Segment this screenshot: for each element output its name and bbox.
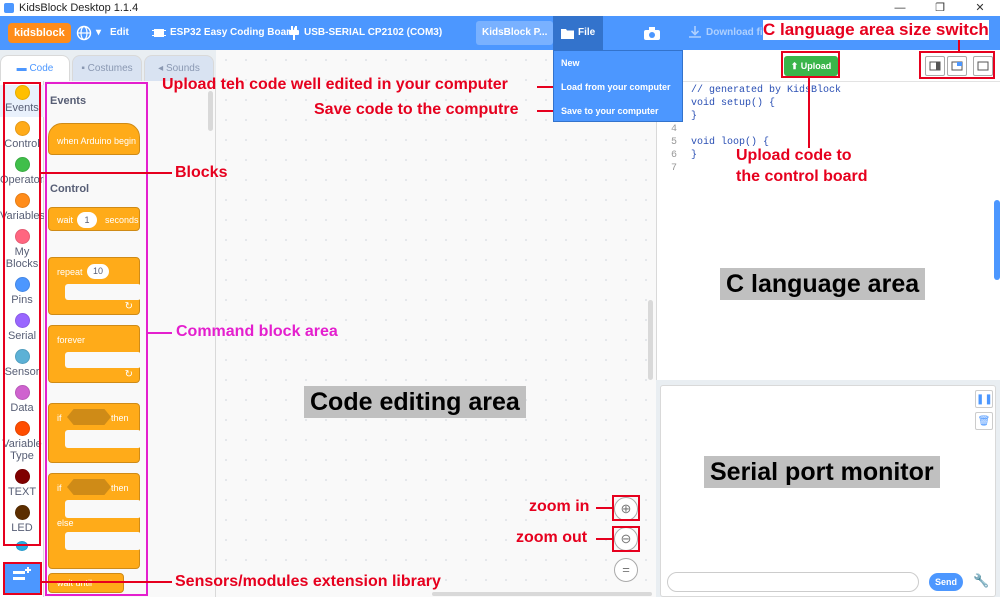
trash-icon[interactable]: 🗑	[975, 412, 993, 430]
annotation-line	[596, 538, 612, 540]
annotation-size-switch: C language area size switch	[763, 20, 989, 40]
annotation-line	[148, 332, 172, 334]
palette-scrollbar[interactable]	[208, 91, 213, 131]
pause-icon[interactable]: ❚❚	[975, 390, 993, 408]
zoom-reset-button[interactable]: =	[614, 558, 638, 582]
window-title: KidsBlock Desktop 1.1.4	[19, 2, 139, 14]
menu-item-load[interactable]: Load from your computer	[554, 75, 682, 99]
window-title-bar: KidsBlock Desktop 1.1.4 — ❐ ✕	[0, 0, 1000, 16]
sound-tab-icon: ◂	[158, 63, 166, 74]
c-code-panel: ⬆ Upload 1// generated by KidsBlock 2voi…	[656, 50, 1000, 380]
annotation-box-zoom-out	[612, 526, 640, 552]
file-dropdown: New Load from your computer Save to your…	[553, 50, 683, 122]
app-icon	[4, 3, 14, 13]
annotation-box-upload	[781, 51, 840, 78]
annotation-blocks: Blocks	[175, 164, 228, 181]
menu-item-new[interactable]: New	[554, 51, 682, 75]
edit-menu[interactable]: Edit	[110, 16, 129, 50]
annotation-zoom-in: zoom in	[529, 498, 590, 515]
menu-item-save[interactable]: Save to your computer	[554, 99, 682, 123]
annotation-serial-monitor: Serial port monitor	[704, 456, 940, 488]
board-name: ESP32 Easy Coding Board	[170, 27, 297, 38]
annotation-box-categories	[3, 82, 41, 546]
code-line: 3}	[671, 111, 698, 122]
code-line: 4	[670, 124, 677, 135]
wrench-icon[interactable]: 🔧	[973, 573, 989, 589]
annotation-box-size-switch	[919, 51, 995, 79]
minimize-button[interactable]: —	[880, 0, 920, 16]
annotation-line	[41, 172, 172, 174]
annotation-zoom-out: zoom out	[516, 529, 588, 546]
plug-icon	[289, 26, 299, 40]
code-scrollbar[interactable]	[994, 200, 1000, 280]
annotation-box-extension	[3, 562, 42, 595]
kidsblock-logo[interactable]: kidsblock	[8, 23, 71, 43]
code-tab-icon: ▬	[16, 63, 30, 74]
workspace-scrollbar-h[interactable]	[432, 592, 652, 596]
annotation-command-area: Command block area	[176, 323, 338, 340]
close-button[interactable]: ✕	[960, 0, 1000, 16]
file-menu-label: File	[578, 27, 596, 38]
file-menu[interactable]: File	[553, 16, 604, 50]
annotation-line	[808, 78, 810, 148]
annotation-c-area: C language area	[720, 268, 926, 300]
folder-icon	[561, 28, 574, 39]
globe-icon	[76, 25, 92, 41]
screenshot-button[interactable]	[644, 16, 660, 50]
chip-icon	[152, 29, 166, 37]
chevron-down-icon: ▾	[96, 27, 102, 38]
board-select[interactable]: ESP32 Easy Coding Board	[152, 16, 296, 50]
port-select[interactable]: USB-SERIAL CP2102 (COM3)	[288, 16, 442, 50]
maximize-button[interactable]: ❐	[920, 0, 960, 16]
serial-monitor: ❚❚ 🗑 Send 🔧	[660, 385, 996, 597]
code-line: 2void setup() {	[671, 98, 776, 109]
camera-icon	[644, 26, 660, 40]
send-button[interactable]: Send	[929, 573, 963, 591]
port-name: USB-SERIAL CP2102 (COM3)	[304, 27, 443, 38]
download-icon	[689, 26, 701, 38]
workspace-scrollbar-v[interactable]	[648, 300, 653, 380]
annotation-upload-board-2: the control board	[736, 168, 868, 185]
annotation-line	[596, 507, 612, 509]
annotation-line	[42, 581, 172, 583]
annotation-save-code: Save code to the computre	[314, 101, 519, 118]
language-menu[interactable]: ▾	[76, 16, 101, 50]
annotation-box-palette	[45, 82, 148, 596]
annotation-upload-board-1: Upload code to	[736, 147, 852, 164]
tab-code[interactable]: ▬ Code	[0, 55, 70, 81]
annotation-code-editing-area: Code editing area	[304, 386, 526, 418]
annotation-upload-code: Upload teh code well edited in your comp…	[162, 76, 508, 93]
annotation-box-zoom-in	[612, 495, 640, 521]
project-title[interactable]: KidsBlock P...	[476, 21, 554, 45]
tab-costumes[interactable]: ▪ Costumes	[72, 55, 142, 81]
code-line: 1// generated by KidsBlock	[671, 85, 842, 96]
serial-input[interactable]	[667, 572, 919, 592]
annotation-extension: Sensors/modules extension library	[175, 573, 441, 590]
annotation-line	[958, 38, 960, 52]
